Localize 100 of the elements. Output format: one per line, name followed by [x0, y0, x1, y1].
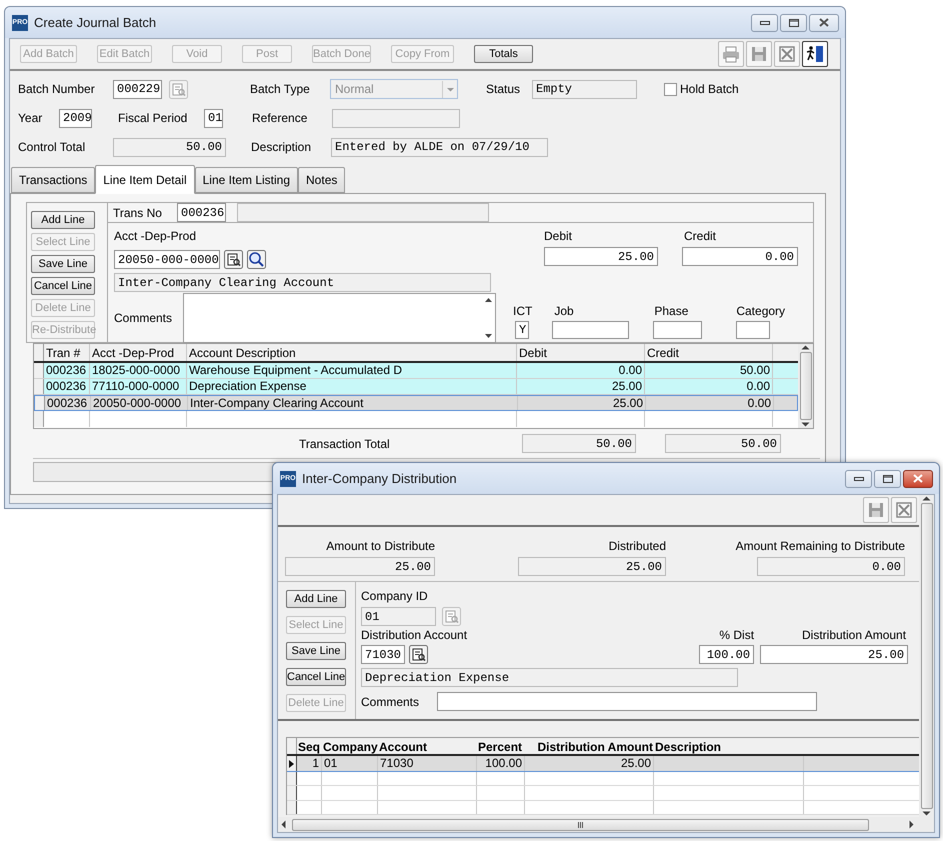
maximize-button[interactable] [780, 14, 807, 32]
text-field[interactable] [552, 321, 630, 339]
table-cell: 1 [297, 756, 322, 771]
text-field[interactable] [237, 203, 489, 222]
text-field[interactable] [736, 321, 770, 339]
table-cell: 0.00 [646, 396, 774, 410]
tab[interactable]: Notes [298, 167, 346, 193]
close-button[interactable] [809, 14, 839, 32]
column-header[interactable]: Company [322, 738, 378, 754]
close-button[interactable] [903, 470, 933, 488]
text-field[interactable]: 0.00 [682, 247, 798, 266]
toolbar-button[interactable]: Totals [474, 45, 533, 63]
field-label: Batch Number [18, 81, 96, 98]
column-header[interactable]: Description [654, 738, 804, 754]
horizontal-scrollbar[interactable] [278, 817, 934, 832]
text-field[interactable]: 50.00 [522, 434, 636, 453]
tab[interactable]: Line Item Listing [194, 167, 298, 193]
row-header[interactable] [287, 772, 297, 786]
maximize-button[interactable] [874, 470, 901, 488]
text-field[interactable]: 100.00 [699, 645, 754, 664]
save-button[interactable] [746, 41, 772, 67]
line-button[interactable]: Cancel Line [31, 277, 95, 295]
column-header[interactable]: Percent [477, 738, 525, 754]
table-row[interactable]: 1 01 71030 100.00 25.00 [287, 756, 919, 772]
text-field[interactable] [437, 692, 817, 711]
text-field[interactable]: 25.00 [544, 247, 658, 266]
text-field[interactable]: 01 [204, 108, 223, 128]
text-field[interactable]: 2009 [59, 108, 92, 128]
row-header[interactable] [287, 800, 297, 814]
field-label: % Dist [719, 627, 754, 644]
table-cell: 25.00 [518, 396, 646, 410]
column-header[interactable]: Acct -Dep-Prod [90, 344, 187, 361]
table-cell: 01 [322, 756, 378, 771]
line-button[interactable]: Add Line [286, 590, 346, 608]
text-field[interactable]: 25.00 [285, 557, 435, 576]
tab[interactable]: Transactions [11, 167, 96, 193]
line-button[interactable]: Add Line [31, 211, 95, 229]
line-button[interactable]: Cancel Line [286, 668, 346, 686]
line-button[interactable]: Save Line [286, 642, 346, 660]
text-field[interactable]: Y [515, 321, 529, 339]
exit-door-icon [806, 45, 824, 63]
text-field[interactable]: 000236 [177, 203, 226, 222]
column-header[interactable]: Account [378, 738, 477, 754]
lookup-icon[interactable] [409, 645, 428, 664]
row-header[interactable] [287, 786, 297, 800]
tab[interactable]: Line Item Detail [95, 165, 195, 194]
scrollbar[interactable] [919, 495, 934, 817]
field-label: Status [486, 81, 522, 98]
line-button[interactable]: Save Line [31, 255, 95, 273]
text-field[interactable]: 25.00 [518, 557, 666, 576]
table-cell: 000236 [44, 379, 90, 394]
column-header[interactable]: Credit [645, 344, 773, 361]
column-header[interactable]: Account Description [187, 344, 517, 361]
field-label: Distribution Amount [802, 627, 906, 644]
row-header[interactable] [287, 756, 297, 771]
cancel-button[interactable] [891, 497, 917, 523]
field-label: Control Total [18, 139, 86, 156]
field-label: Trans No [113, 204, 163, 222]
column-header[interactable]: Tran # [44, 344, 90, 361]
cancel-icon [895, 501, 913, 519]
field-label: Reference [252, 110, 308, 127]
window-title: Create Journal Batch [34, 14, 158, 32]
scrollbar[interactable] [798, 344, 813, 428]
column-header[interactable]: Distribution Amount [525, 738, 654, 754]
field-label: Batch Type [250, 81, 311, 98]
text-field[interactable]: 0.00 [757, 557, 905, 576]
grip-icon [578, 822, 584, 828]
text-field[interactable]: 50.00 [665, 434, 781, 453]
table-cell: Inter-Company Clearing Account [188, 396, 518, 410]
field-label: Credit [684, 228, 718, 245]
comments-field[interactable] [183, 293, 496, 343]
scroll-up-icon [801, 344, 810, 350]
text-field[interactable]: 25.00 [760, 645, 908, 664]
minimize-icon [760, 20, 770, 24]
lookup-icon[interactable] [224, 250, 243, 269]
printer-button[interactable] [718, 41, 744, 67]
table-row[interactable]: 000236 20050-000-0000 Inter-Company Clearing Account 25.00 0.00 [34, 395, 798, 411]
field-label: Company ID [361, 588, 429, 605]
text-field[interactable]: 71030 [361, 645, 405, 664]
text-field[interactable]: 000229 [113, 80, 162, 98]
minimize-button[interactable] [845, 470, 872, 488]
column-header[interactable]: Debit [517, 344, 645, 361]
exit-door-button[interactable] [802, 41, 828, 67]
table-cell: 0.00 [645, 379, 773, 394]
minimize-button[interactable] [751, 14, 778, 32]
field-label: Transaction Total [299, 436, 391, 452]
checkbox[interactable] [664, 82, 677, 96]
text-field[interactable]: 20050-000-0000 [114, 250, 220, 269]
field-label: Amount Remaining to Distribute [736, 538, 905, 555]
table-row[interactable]: 000236 77110-000-0000 Depreciation Expense 25.00 0.00 [34, 379, 798, 395]
table-cell: 25.00 [525, 756, 654, 771]
text-field[interactable] [653, 321, 702, 339]
save-icon [750, 45, 768, 63]
magnifier-icon[interactable] [247, 250, 266, 269]
table-cell: 000236 [44, 363, 90, 378]
column-header[interactable]: Seq [297, 738, 322, 754]
table-row[interactable]: 000236 18025-000-0000 Warehouse Equipment - Accumulated D 0.00 50.00 [34, 363, 798, 379]
save-button[interactable] [863, 497, 889, 523]
table-cell: 25.00 [517, 379, 645, 394]
maximize-icon [882, 474, 892, 482]
